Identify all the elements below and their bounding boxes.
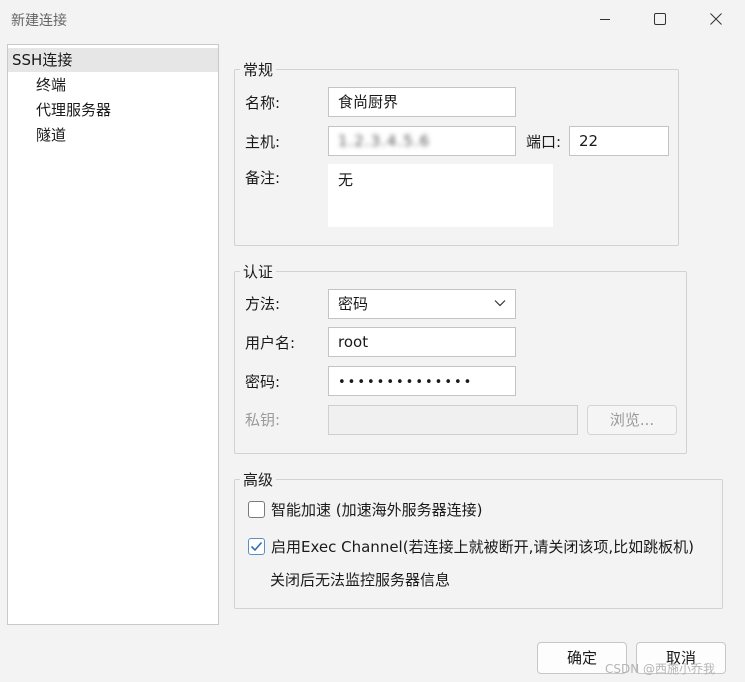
port-input[interactable]: 22 <box>569 126 669 156</box>
auth-legend: 认证 <box>243 263 274 281</box>
checkmark-icon <box>250 541 263 552</box>
window-title: 新建连接 <box>11 13 67 29</box>
host-input[interactable]: 1.2.3.4.5.6 <box>328 126 516 156</box>
password-input[interactable]: •••••••••••••• <box>328 366 516 396</box>
host-value: 1.2.3.4.5.6 <box>338 132 431 150</box>
close-button[interactable] <box>705 8 727 30</box>
tree-item-tunnel[interactable]: 隧道 <box>36 123 66 147</box>
username-value: root <box>338 333 369 351</box>
tree-item-terminal[interactable]: 终端 <box>36 73 66 97</box>
port-label: 端口: <box>526 133 562 151</box>
close-icon <box>710 13 722 25</box>
exec-channel-checkbox[interactable] <box>248 538 265 555</box>
method-label: 方法: <box>245 295 281 313</box>
name-input[interactable]: 食尚厨界 <box>328 87 516 117</box>
password-value: •••••••••••••• <box>338 375 474 390</box>
smart-accel-checkbox[interactable] <box>248 501 265 518</box>
advanced-legend: 高级 <box>243 471 274 489</box>
method-value: 密码 <box>338 295 369 313</box>
name-value: 食尚厨界 <box>338 93 399 111</box>
private-key-input <box>328 405 578 435</box>
exec-channel-label[interactable]: 启用Exec Channel(若连接上就被断开,请关闭该项,比如跳板机) <box>271 537 694 557</box>
tree-item-ssh[interactable]: SSH连接 <box>8 48 218 72</box>
smart-accel-label[interactable]: 智能加速 (加速海外服务器连接) <box>271 500 482 520</box>
tree-item-proxy[interactable]: 代理服务器 <box>36 98 111 122</box>
note-value: 无 <box>338 171 354 189</box>
maximize-icon <box>654 13 666 25</box>
username-label: 用户名: <box>245 334 296 352</box>
category-tree[interactable]: SSH连接 终端 代理服务器 隧道 <box>7 44 219 625</box>
method-select[interactable]: 密码 <box>328 289 516 319</box>
exec-channel-note: 关闭后无法监控服务器信息 <box>270 571 451 589</box>
minimize-icon <box>600 19 610 20</box>
note-label: 备注: <box>245 169 281 187</box>
password-label: 密码: <box>245 373 281 391</box>
title-bar: 新建连接 <box>0 0 745 38</box>
chevron-down-icon <box>494 300 506 307</box>
note-textarea[interactable]: 无 <box>328 164 553 227</box>
general-legend: 常规 <box>243 61 274 79</box>
maximize-button[interactable] <box>649 8 671 30</box>
port-value: 22 <box>579 132 599 150</box>
username-input[interactable]: root <box>328 327 516 357</box>
browse-button: 浏览... <box>587 405 677 435</box>
host-label: 主机: <box>245 133 281 151</box>
minimize-button[interactable] <box>594 8 616 30</box>
name-label: 名称: <box>245 94 281 112</box>
watermark: CSDN @西施小乔我 <box>605 662 716 676</box>
private-key-label: 私钥: <box>245 411 281 429</box>
